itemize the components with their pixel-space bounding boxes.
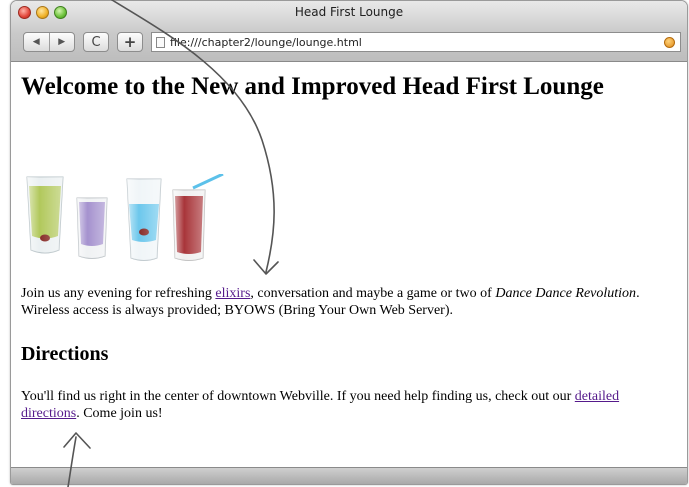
glass-2 bbox=[76, 197, 108, 259]
intro-paragraph: Join us any evening for refreshing elixi… bbox=[21, 285, 671, 319]
page-heading: Welcome to the New and Improved Head Fir… bbox=[21, 73, 604, 100]
forward-button[interactable]: ▶ bbox=[50, 37, 75, 47]
address-url[interactable]: file:///chapter2/lounge/lounge.html bbox=[170, 36, 362, 49]
add-bookmark-button[interactable]: + bbox=[117, 32, 143, 52]
page-content: Welcome to the New and Improved Head Fir… bbox=[11, 62, 687, 467]
directions-text-2: . Come join us! bbox=[76, 406, 163, 421]
rss-icon[interactable] bbox=[664, 37, 675, 48]
directions-paragraph: You'll find us right in the center of do… bbox=[21, 388, 671, 422]
glass-1 bbox=[26, 176, 64, 254]
page-icon bbox=[156, 36, 165, 48]
reload-button[interactable]: C bbox=[83, 32, 109, 52]
intro-emphasis: Dance Dance Revolution bbox=[495, 286, 637, 301]
elixirs-link[interactable]: elixirs bbox=[215, 286, 250, 301]
glass-3 bbox=[126, 178, 162, 261]
title-bar: Head First Lounge ◀ ▶ C + file:///chapte… bbox=[11, 1, 687, 62]
directions-text-1: You'll find us right in the center of do… bbox=[21, 389, 575, 404]
window-title: Head First Lounge bbox=[294, 5, 404, 19]
status-bar bbox=[11, 467, 687, 484]
back-button[interactable]: ◀ bbox=[24, 37, 49, 47]
intro-text-2: , conversation and maybe a game or two o… bbox=[250, 286, 496, 301]
address-bar[interactable]: file:///chapter2/lounge/lounge.html bbox=[151, 32, 681, 52]
drinks-image bbox=[26, 174, 224, 261]
browser-window: Head First Lounge ◀ ▶ C + file:///chapte… bbox=[10, 0, 688, 485]
intro-text-1: Join us any evening for refreshing bbox=[21, 286, 216, 301]
directions-heading: Directions bbox=[21, 343, 109, 365]
back-forward-group: ◀ ▶ bbox=[23, 32, 75, 52]
glass-4 bbox=[172, 174, 224, 261]
